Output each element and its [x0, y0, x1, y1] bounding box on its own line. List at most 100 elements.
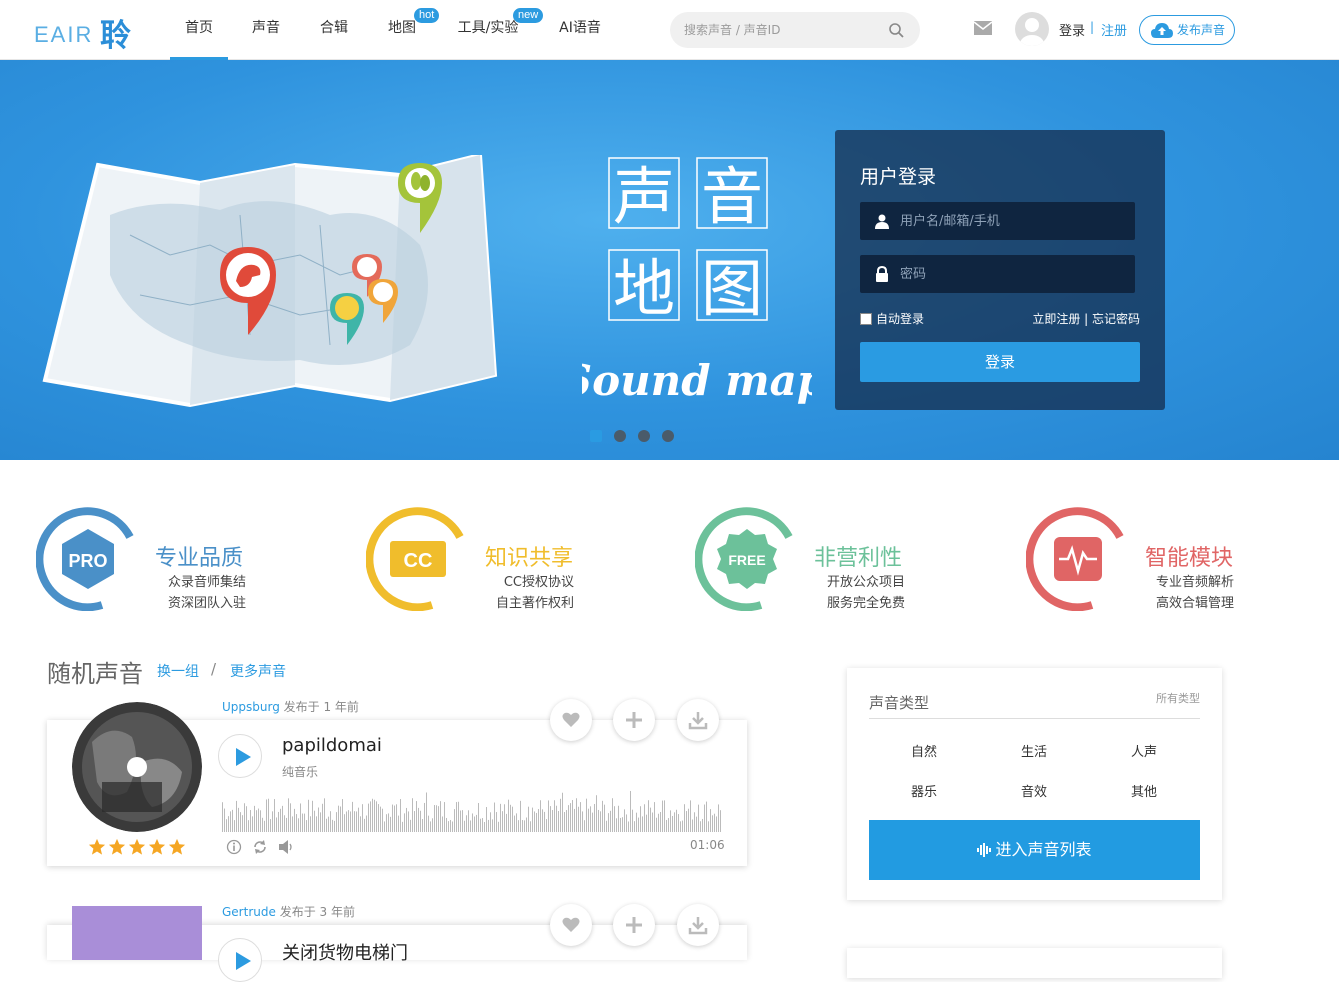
- all-types-link[interactable]: 所有类型: [1156, 690, 1200, 706]
- cc-badge-icon: CC: [366, 507, 464, 611]
- feature-title: 智能模块: [1145, 546, 1234, 571]
- mail-icon[interactable]: [973, 20, 993, 36]
- search-input[interactable]: [684, 20, 884, 40]
- feature-line: 专业音频解析: [1155, 575, 1234, 590]
- rating-stars: [88, 838, 186, 856]
- add-to-collection-button[interactable]: [613, 699, 655, 741]
- hero-banner: 声 音 地 图 Sound map 用户登录 自动登录 立即注册 | 忘记密码 …: [0, 60, 1339, 460]
- folded-map-illustration: [42, 155, 498, 408]
- sound-type-panel: 声音类型 所有类型 自然 生活 人声 器乐 音效 其他 进入声音列表: [847, 668, 1222, 900]
- carousel-dot[interactable]: [614, 430, 626, 442]
- add-to-collection-button[interactable]: [613, 904, 655, 946]
- publish-label: 发布声音: [1177, 23, 1226, 37]
- username-input[interactable]: [900, 211, 1120, 231]
- nav-tools[interactable]: 工具/实验: [452, 0, 524, 60]
- feature-title: 专业品质: [155, 546, 244, 571]
- remember-me[interactable]: 自动登录: [860, 310, 924, 327]
- waveform-badge-icon: [1026, 507, 1124, 611]
- plus-icon: [626, 712, 642, 728]
- like-button[interactable]: [550, 699, 592, 741]
- star-icon: [88, 838, 106, 855]
- feature-smart: 智能模块 专业音频解析 高效合辑管理: [1026, 507, 1326, 617]
- login-button[interactable]: 登录: [860, 342, 1140, 382]
- like-button[interactable]: [550, 904, 592, 946]
- info-icon[interactable]: [226, 839, 242, 855]
- play-icon: [236, 748, 251, 766]
- svg-text:声: 声: [613, 160, 675, 233]
- feature-title: 知识共享: [485, 546, 574, 571]
- star-icon: [108, 838, 126, 855]
- feature-free: FREE 非营利性 开放公众项目 服务完全免费: [695, 507, 995, 617]
- feature-line: 资深团队入驻: [167, 596, 246, 611]
- header-register-link[interactable]: 注册: [1101, 20, 1127, 39]
- svg-text:音: 音: [701, 160, 763, 233]
- carousel-dot[interactable]: [590, 430, 602, 442]
- enter-sound-list-button[interactable]: 进入声音列表: [869, 820, 1200, 880]
- heart-icon: [562, 712, 580, 727]
- enter-list-label: 进入声音列表: [995, 840, 1092, 859]
- svg-text:地: 地: [613, 252, 675, 325]
- sound-cover-image[interactable]: [72, 906, 202, 960]
- nav-label: 首页: [185, 20, 213, 36]
- sound-title[interactable]: 关闭货物电梯门: [282, 939, 408, 965]
- download-button[interactable]: [677, 699, 719, 741]
- sound-title[interactable]: papildomai: [282, 735, 382, 756]
- sound-cover-image[interactable]: [72, 702, 202, 832]
- publish-time: 发布于 1 年前: [283, 700, 359, 714]
- remember-checkbox[interactable]: [860, 312, 872, 325]
- uploader-link[interactable]: Gertrude: [222, 905, 276, 919]
- uploader-link[interactable]: Uppsburg: [222, 700, 280, 714]
- type-voice[interactable]: 人声: [1114, 741, 1174, 760]
- nav-home[interactable]: 首页: [170, 0, 228, 60]
- feature-line: 众录音师集结: [167, 575, 246, 590]
- sound-duration: 01:06: [690, 838, 725, 852]
- star-icon: [128, 838, 146, 855]
- search-icon[interactable]: [888, 22, 904, 38]
- type-instrument[interactable]: 器乐: [894, 781, 954, 800]
- nav-label: 地图: [388, 20, 416, 36]
- type-other[interactable]: 其他: [1114, 781, 1174, 800]
- feature-line: 自主著作权利: [495, 596, 574, 611]
- carousel-dot[interactable]: [662, 430, 674, 442]
- nav-label: 声音: [252, 20, 280, 36]
- random-sounds-title: 随机声音: [47, 660, 143, 688]
- download-icon: [688, 712, 708, 730]
- nav-label: 合辑: [320, 20, 348, 36]
- logo-char: 聆: [100, 18, 131, 54]
- username-field-wrap: [860, 202, 1135, 240]
- download-button[interactable]: [677, 904, 719, 946]
- nav-ai-voice[interactable]: AI语音: [552, 0, 608, 60]
- password-field-wrap: [860, 255, 1135, 293]
- download-icon: [688, 917, 708, 935]
- register-forgot-links[interactable]: 立即注册 | 忘记密码: [1032, 310, 1140, 327]
- avatar[interactable]: [1015, 12, 1049, 46]
- loop-icon[interactable]: [252, 839, 268, 855]
- sound-meta: Gertrude 发布于 3 年前: [222, 903, 355, 920]
- refresh-link[interactable]: 换一组: [157, 661, 199, 681]
- feature-line: 服务完全免费: [826, 596, 905, 611]
- nav-collections[interactable]: 合辑: [308, 0, 360, 60]
- user-icon: [875, 214, 889, 229]
- feature-line: 高效合辑管理: [1155, 596, 1234, 611]
- play-button[interactable]: [218, 938, 262, 982]
- audio-waveform[interactable]: [222, 788, 722, 832]
- feature-line: 开放公众项目: [826, 575, 905, 590]
- play-button[interactable]: [218, 734, 262, 778]
- password-input[interactable]: [900, 264, 1120, 284]
- type-sfx[interactable]: 音效: [1004, 781, 1064, 800]
- svg-text:图: 图: [701, 252, 763, 325]
- type-nature[interactable]: 自然: [894, 741, 954, 760]
- nav-sounds[interactable]: 声音: [240, 0, 292, 60]
- more-sounds-link[interactable]: 更多声音: [230, 661, 286, 681]
- type-panel-title: 声音类型: [869, 694, 930, 712]
- header-login-link[interactable]: 登录: [1059, 20, 1085, 39]
- site-logo[interactable]: EAIR 聆: [34, 10, 139, 54]
- star-icon: [148, 838, 166, 855]
- type-life[interactable]: 生活: [1004, 741, 1064, 760]
- publish-sound-button[interactable]: 发布声音: [1139, 15, 1235, 45]
- svg-text:FREE: FREE: [728, 552, 765, 568]
- carousel-dot[interactable]: [638, 430, 650, 442]
- svg-text:PRO: PRO: [68, 551, 107, 571]
- cloud-upload-icon: [1151, 23, 1173, 38]
- volume-icon[interactable]: [278, 839, 294, 855]
